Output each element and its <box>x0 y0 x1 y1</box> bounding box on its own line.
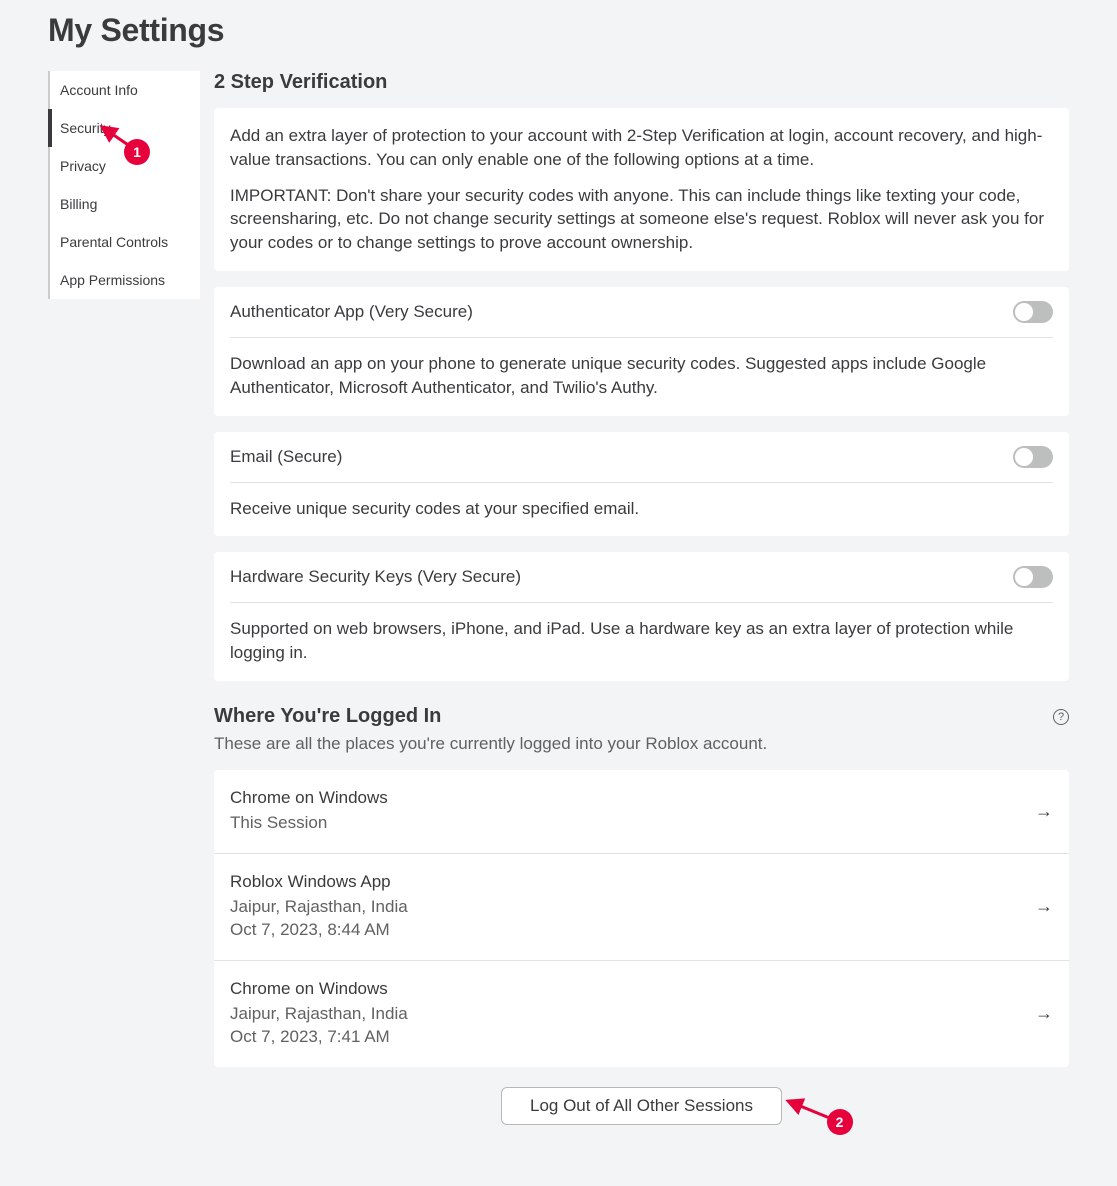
option-desc: Supported on web browsers, iPhone, and i… <box>230 617 1053 665</box>
session-name: Roblox Windows App <box>230 872 1035 892</box>
session-detail-time: Oct 7, 2023, 7:41 AM <box>230 1026 1035 1049</box>
annotation-badge-2: 2 <box>827 1109 853 1135</box>
option-title: Email (Secure) <box>230 447 342 467</box>
session-name: Chrome on Windows <box>230 979 1035 999</box>
sidebar-item-label: Account Info <box>60 82 138 98</box>
two-step-intro-2: IMPORTANT: Don't share your security cod… <box>230 184 1053 255</box>
arrow-right-icon: → <box>1035 896 1053 917</box>
sidebar-item-app-permissions[interactable]: App Permissions <box>50 261 200 299</box>
option-title: Hardware Security Keys (Very Secure) <box>230 567 521 587</box>
session-row[interactable]: Roblox Windows App Jaipur, Rajasthan, In… <box>214 854 1069 961</box>
session-detail-time: Oct 7, 2023, 8:44 AM <box>230 919 1035 942</box>
toggle-authenticator-app[interactable] <box>1013 301 1053 323</box>
arrow-right-icon: → <box>1035 801 1053 822</box>
option-email: Email (Secure) Receive unique security c… <box>214 432 1069 537</box>
sidebar-item-label: Privacy <box>60 158 106 174</box>
settings-sidebar: Account Info Security 1 <box>48 71 200 299</box>
option-desc: Receive unique security codes at your sp… <box>230 497 1053 521</box>
option-title: Authenticator App (Very Secure) <box>230 302 473 322</box>
session-detail-location: Jaipur, Rajasthan, India <box>230 1003 1035 1026</box>
help-icon[interactable]: ? <box>1053 709 1069 725</box>
option-hardware-keys: Hardware Security Keys (Very Secure) Sup… <box>214 552 1069 681</box>
two-step-intro-1: Add an extra layer of protection to your… <box>230 124 1053 172</box>
two-step-heading: 2 Step Verification <box>214 71 1069 94</box>
logged-in-subheading: These are all the places you're currentl… <box>214 734 1069 754</box>
sidebar-item-label: Security <box>60 120 111 136</box>
session-row[interactable]: Chrome on Windows This Session → <box>214 770 1069 854</box>
logged-in-heading: Where You're Logged In <box>214 705 441 728</box>
toggle-email[interactable] <box>1013 446 1053 468</box>
two-step-intro-card: Add an extra layer of protection to your… <box>214 108 1069 271</box>
sidebar-item-security[interactable]: Security 1 <box>50 109 200 147</box>
sidebar-item-label: App Permissions <box>60 272 165 288</box>
session-name: Chrome on Windows <box>230 788 1035 808</box>
sidebar-item-parental-controls[interactable]: Parental Controls <box>50 223 200 261</box>
session-detail-location: Jaipur, Rajasthan, India <box>230 896 1035 919</box>
option-authenticator-app: Authenticator App (Very Secure) Download… <box>214 287 1069 416</box>
option-desc: Download an app on your phone to generat… <box>230 352 1053 400</box>
session-row[interactable]: Chrome on Windows Jaipur, Rajasthan, Ind… <box>214 961 1069 1067</box>
sessions-list: Chrome on Windows This Session → Roblox … <box>214 770 1069 1067</box>
sidebar-item-account-info[interactable]: Account Info <box>50 71 200 109</box>
page-title: My Settings <box>48 12 1069 49</box>
arrow-right-icon: → <box>1035 1003 1053 1024</box>
toggle-hardware-keys[interactable] <box>1013 566 1053 588</box>
session-detail: This Session <box>230 812 1035 835</box>
sidebar-item-billing[interactable]: Billing <box>50 185 200 223</box>
sidebar-item-privacy[interactable]: Privacy <box>50 147 200 185</box>
sidebar-item-label: Billing <box>60 196 97 212</box>
sidebar-item-label: Parental Controls <box>60 234 168 250</box>
logout-all-sessions-button[interactable]: Log Out of All Other Sessions <box>501 1087 782 1125</box>
